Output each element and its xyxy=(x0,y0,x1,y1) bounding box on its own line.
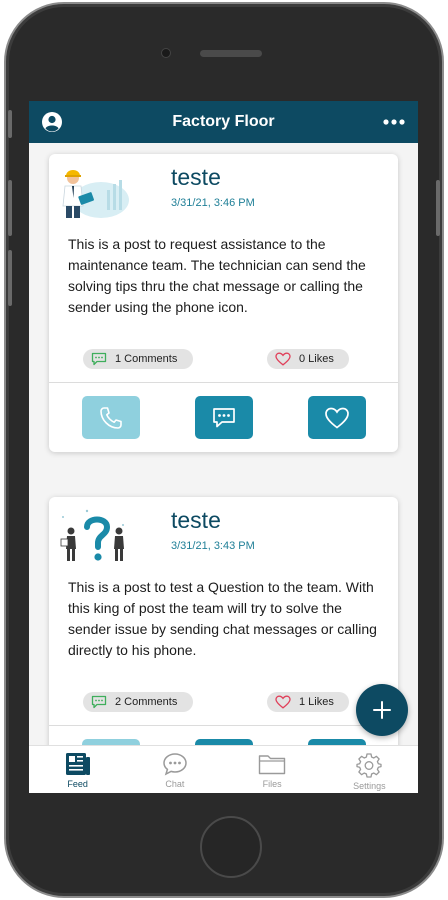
post-author: teste xyxy=(171,507,221,533)
home-button[interactable] xyxy=(200,816,262,878)
technician-illustration xyxy=(62,170,129,218)
power-button xyxy=(436,180,440,236)
folder-icon xyxy=(258,755,286,775)
post-card: teste 3/31/21, 3:46 PM This is a post to… xyxy=(49,154,398,452)
likes-count-badge[interactable]: 1 Likes xyxy=(267,692,349,712)
post-timestamp: 3/31/21, 3:43 PM xyxy=(171,540,255,552)
tab-files[interactable]: Files xyxy=(224,746,321,793)
likes-count-label: 1 Likes xyxy=(299,696,334,708)
page-title: Factory Floor xyxy=(172,113,275,130)
tab-chat-label: Chat xyxy=(165,779,185,789)
earpiece-speaker xyxy=(200,50,262,57)
tab-feed-label: Feed xyxy=(67,779,88,789)
post-timestamp: 3/31/21, 3:46 PM xyxy=(171,197,255,209)
like-button[interactable] xyxy=(308,396,366,439)
app-screen: Factory Floor teste 3/31/21, 3:46 PM Thi… xyxy=(29,101,418,793)
chat-bubble-icon xyxy=(213,407,235,427)
tab-chat[interactable]: Chat xyxy=(126,746,223,793)
comments-count-label: 1 Comments xyxy=(115,353,178,365)
chat-bubble-icon xyxy=(163,753,187,776)
comments-count-badge[interactable]: 2 Comments xyxy=(83,692,193,712)
post-feed[interactable]: teste 3/31/21, 3:46 PM This is a post to… xyxy=(29,143,418,745)
mute-switch xyxy=(8,110,12,138)
comment-icon xyxy=(91,695,107,709)
post-author: teste xyxy=(171,164,221,190)
volume-up-button xyxy=(8,180,12,236)
app-header: Factory Floor xyxy=(29,101,418,143)
tab-settings[interactable]: Settings xyxy=(321,746,418,793)
card-divider xyxy=(49,725,398,726)
comments-count-badge[interactable]: 1 Comments xyxy=(83,349,193,369)
heart-icon xyxy=(275,695,291,709)
heart-icon xyxy=(325,407,349,429)
comments-count-label: 2 Comments xyxy=(115,696,178,708)
likes-count-badge[interactable]: 0 Likes xyxy=(267,349,349,369)
tab-settings-label: Settings xyxy=(353,781,386,791)
volume-down-button xyxy=(8,250,12,306)
user-avatar-icon[interactable] xyxy=(41,111,63,133)
card-divider xyxy=(49,382,398,383)
tab-files-label: Files xyxy=(262,779,282,789)
call-button[interactable] xyxy=(82,396,140,439)
more-options-icon[interactable] xyxy=(382,114,406,130)
likes-count-label: 0 Likes xyxy=(299,353,334,365)
post-body: This is a post to request assistance to … xyxy=(68,236,366,315)
comment-icon xyxy=(91,352,107,366)
gear-icon xyxy=(356,753,383,778)
post-body: This is a post to test a Question to the… xyxy=(68,579,377,658)
add-post-button[interactable] xyxy=(356,684,408,736)
newspaper-icon xyxy=(65,753,90,775)
heart-icon xyxy=(275,352,291,366)
plus-icon xyxy=(373,701,391,719)
post-card: teste 3/31/21, 3:43 PM This is a post to… xyxy=(49,497,398,745)
front-camera xyxy=(161,48,171,58)
chat-button[interactable] xyxy=(195,396,253,439)
question-illustration xyxy=(60,509,124,561)
tab-feed[interactable]: Feed xyxy=(29,746,126,793)
bottom-tab-bar: Feed Chat Files Settings xyxy=(29,745,418,793)
phone-icon xyxy=(100,406,122,429)
